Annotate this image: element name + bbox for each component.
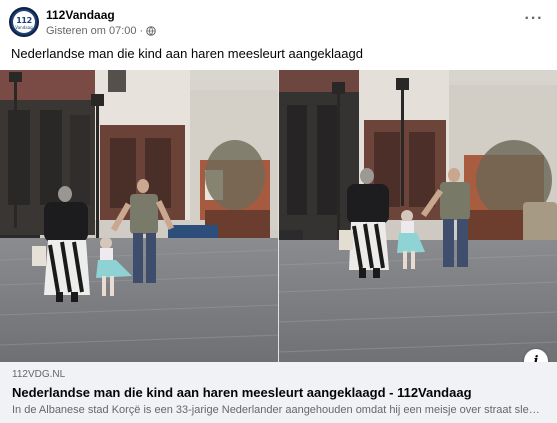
street-scene-image-zoomed	[279, 70, 557, 362]
more-options-icon: ···	[524, 10, 544, 27]
post-meta: Gisteren om 07:00 ·	[46, 25, 156, 37]
avatar-logo-subtext: Vandaag	[15, 25, 33, 30]
post-media[interactable]: i	[0, 70, 557, 362]
post-caption: Nederlandse man die kind aan haren meesl…	[11, 46, 363, 61]
video-still-left[interactable]	[0, 70, 279, 362]
video-still-right[interactable]	[279, 70, 557, 362]
link-description: In de Albanese stad Korçë is een 33-jari…	[12, 404, 540, 416]
more-options-button[interactable]: ···	[520, 8, 548, 30]
avatar-logo-text: 112	[16, 16, 32, 25]
facebook-post: 112 Vandaag 112Vandaag Gisteren om 07:00…	[0, 0, 557, 423]
street-scene-image	[0, 70, 279, 362]
post-timestamp[interactable]: Gisteren om 07:00	[46, 25, 137, 37]
page-avatar[interactable]: 112 Vandaag	[9, 7, 39, 37]
page-name-link[interactable]: 112Vandaag	[46, 8, 115, 22]
link-preview[interactable]: 112VDG.NL Nederlandse man die kind aan h…	[0, 362, 557, 423]
post-header: 112 Vandaag 112Vandaag Gisteren om 07:00…	[0, 0, 557, 42]
globe-icon	[146, 26, 156, 36]
avatar-logo: 112 Vandaag	[13, 11, 35, 33]
meta-separator: ·	[139, 25, 144, 37]
link-title[interactable]: Nederlandse man die kind aan haren meesl…	[12, 385, 472, 400]
link-domain: 112VDG.NL	[12, 369, 66, 380]
info-icon: i	[533, 353, 539, 363]
